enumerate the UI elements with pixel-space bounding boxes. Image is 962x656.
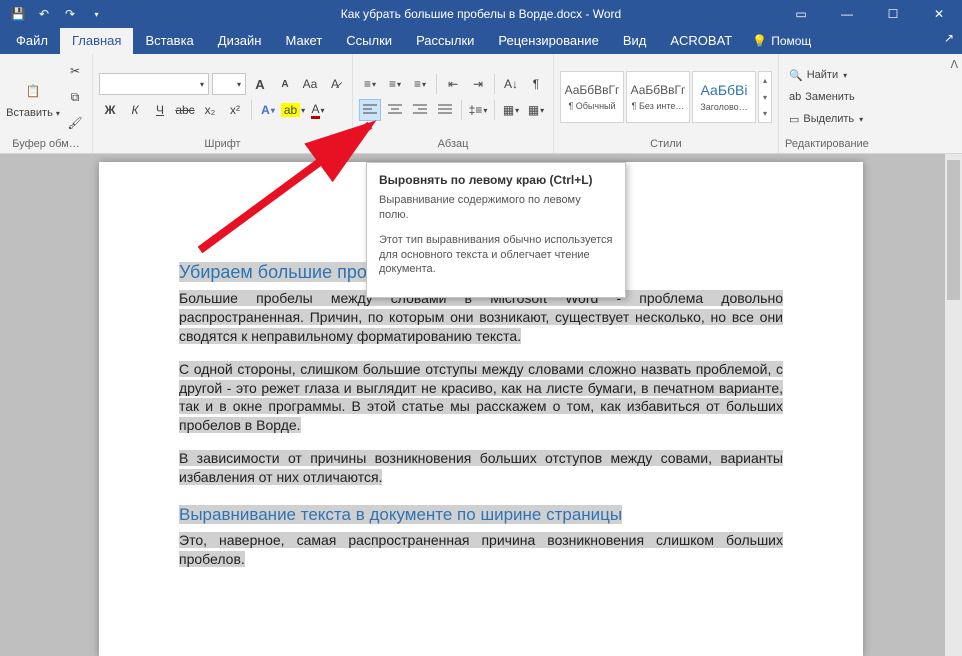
- style-no-spacing[interactable]: АаБбВвГг ¶ Без инте…: [626, 71, 690, 123]
- doc-paragraph-2: С одной стороны, слишком большие отступы…: [179, 360, 783, 436]
- group-styles: АаБбВвГг ¶ Обычный АаБбВвГг ¶ Без инте… …: [554, 54, 779, 153]
- find-icon: 🔍: [789, 69, 803, 82]
- subscript-button[interactable]: x₂: [199, 99, 221, 121]
- vertical-scrollbar[interactable]: [945, 154, 962, 656]
- increase-indent-icon[interactable]: ⇥: [467, 73, 489, 95]
- superscript-button[interactable]: x²: [224, 99, 246, 121]
- group-clipboard-label: Буфер обм…: [6, 136, 86, 153]
- group-editing-label: Редактирование: [785, 136, 869, 153]
- collapse-ribbon-icon[interactable]: ᐱ: [950, 58, 958, 71]
- tab-references[interactable]: Ссылки: [334, 27, 404, 54]
- scrollbar-thumb[interactable]: [947, 160, 960, 300]
- style-normal[interactable]: АаБбВвГг ¶ Обычный: [560, 71, 624, 123]
- paste-label: Вставить: [6, 107, 53, 119]
- group-paragraph-label: Абзац: [359, 136, 547, 153]
- find-button[interactable]: 🔍 Найти▾: [785, 65, 867, 85]
- align-center-button[interactable]: [384, 99, 406, 121]
- tab-home[interactable]: Главная: [60, 27, 133, 54]
- group-styles-label: Стили: [560, 136, 772, 153]
- tooltip-align-left: Выровнять по левому краю (Ctrl+L) Выравн…: [366, 162, 626, 298]
- shrink-font-icon[interactable]: A: [274, 73, 296, 95]
- tab-file[interactable]: Файл: [4, 27, 60, 54]
- multilevel-icon[interactable]: ≡▾: [409, 73, 431, 95]
- window-controls: ▭ — ☐ ✕: [778, 0, 962, 28]
- undo-icon[interactable]: ↶: [32, 2, 56, 26]
- underline-button[interactable]: Ч: [149, 99, 171, 121]
- tell-me[interactable]: 💡 Помощ: [752, 34, 811, 54]
- group-clipboard: 📋 Вставить▾ ✂ ⧉ 🖌 Буфер обм…: [0, 54, 93, 153]
- numbering-icon[interactable]: ≡▾: [384, 73, 406, 95]
- cut-icon[interactable]: ✂: [64, 60, 86, 82]
- bulb-icon: 💡: [752, 34, 767, 48]
- font-color-icon[interactable]: A▾: [307, 99, 329, 121]
- window-title: Как убрать большие пробелы в Ворде.docx …: [341, 7, 621, 21]
- tooltip-title: Выровнять по левому краю (Ctrl+L): [379, 173, 613, 187]
- line-spacing-icon[interactable]: ‡≡▾: [467, 99, 489, 121]
- group-font: ▾ ▾ A A Aa A̷ Ж К Ч abc x₂ x² A▾ ab▾: [93, 54, 353, 153]
- close-icon[interactable]: ✕: [916, 0, 962, 28]
- tab-review[interactable]: Рецензирование: [486, 27, 610, 54]
- clear-format-icon[interactable]: A̷: [324, 73, 346, 95]
- doc-heading-2: Выравнивание текста в документе по ширин…: [179, 505, 783, 525]
- highlight-icon[interactable]: ab▾: [282, 99, 304, 121]
- titlebar: 💾 ↶ ↷ ▾ Как убрать большие пробелы в Вор…: [0, 0, 962, 28]
- quick-access-toolbar: 💾 ↶ ↷ ▾: [0, 2, 108, 26]
- font-family-combo[interactable]: ▾: [99, 73, 209, 95]
- tab-view[interactable]: Вид: [611, 27, 659, 54]
- ribbon: 📋 Вставить▾ ✂ ⧉ 🖌 Буфер обм… ▾ ▾ A A Aa …: [0, 54, 962, 154]
- shading-icon[interactable]: ▦▾: [500, 99, 522, 121]
- copy-icon[interactable]: ⧉: [64, 86, 86, 108]
- share-button[interactable]: ↗: [944, 31, 954, 51]
- bullets-icon[interactable]: ≡▾: [359, 73, 381, 95]
- align-left-button[interactable]: [359, 99, 381, 121]
- paste-button[interactable]: 📋 Вставить▾: [6, 62, 60, 132]
- tab-acrobat[interactable]: ACROBAT: [658, 27, 744, 54]
- font-size-combo[interactable]: ▾: [212, 73, 246, 95]
- replace-button[interactable]: ab Заменить: [785, 87, 867, 107]
- maximize-icon[interactable]: ☐: [870, 0, 916, 28]
- group-paragraph: ≡▾ ≡▾ ≡▾ ⇤ ⇥ A↓ ¶: [353, 54, 554, 153]
- styles-more-icon[interactable]: ▴▾▾: [758, 71, 772, 123]
- tooltip-text-1: Выравнивание содержимого по левому полю.: [379, 193, 613, 223]
- doc-paragraph-4: Это, наверное, самая распространенная пр…: [179, 531, 783, 569]
- redo-icon[interactable]: ↷: [58, 2, 82, 26]
- tooltip-text-2: Этот тип выравнивания обычно используетс…: [379, 233, 613, 278]
- select-button[interactable]: ▭ Выделить▾: [785, 109, 867, 129]
- tab-layout[interactable]: Макет: [273, 27, 334, 54]
- clipboard-icon: 📋: [17, 75, 49, 107]
- show-marks-icon[interactable]: ¶: [525, 73, 547, 95]
- strike-button[interactable]: abc: [174, 99, 196, 121]
- group-font-label: Шрифт: [99, 136, 346, 153]
- tab-insert[interactable]: Вставка: [133, 27, 205, 54]
- align-right-button[interactable]: [409, 99, 431, 121]
- save-icon[interactable]: 💾: [6, 2, 30, 26]
- sort-icon[interactable]: A↓: [500, 73, 522, 95]
- format-painter-icon[interactable]: 🖌: [64, 112, 86, 134]
- borders-icon[interactable]: ▦▾: [525, 99, 547, 121]
- grow-font-icon[interactable]: A: [249, 73, 271, 95]
- doc-paragraph-3: В зависимости от причины возникновения б…: [179, 449, 783, 487]
- italic-button[interactable]: К: [124, 99, 146, 121]
- change-case-icon[interactable]: Aa: [299, 73, 321, 95]
- ribbon-options-icon[interactable]: ▭: [778, 0, 824, 28]
- align-justify-button[interactable]: [434, 99, 456, 121]
- group-editing: 🔍 Найти▾ ab Заменить ▭ Выделить▾ Редакти…: [779, 54, 875, 153]
- style-heading1[interactable]: АаБбВі Заголово…: [692, 71, 756, 123]
- qat-customize-icon[interactable]: ▾: [84, 2, 108, 26]
- minimize-icon[interactable]: —: [824, 0, 870, 28]
- replace-icon: ab: [789, 91, 801, 103]
- text-effects-icon[interactable]: A▾: [257, 99, 279, 121]
- select-icon: ▭: [789, 113, 799, 126]
- ribbon-tabs: Файл Главная Вставка Дизайн Макет Ссылки…: [0, 28, 962, 54]
- decrease-indent-icon[interactable]: ⇤: [442, 73, 464, 95]
- tab-mailings[interactable]: Рассылки: [404, 27, 486, 54]
- tell-me-label: Помощ: [771, 34, 811, 48]
- bold-button[interactable]: Ж: [99, 99, 121, 121]
- tab-design[interactable]: Дизайн: [206, 27, 274, 54]
